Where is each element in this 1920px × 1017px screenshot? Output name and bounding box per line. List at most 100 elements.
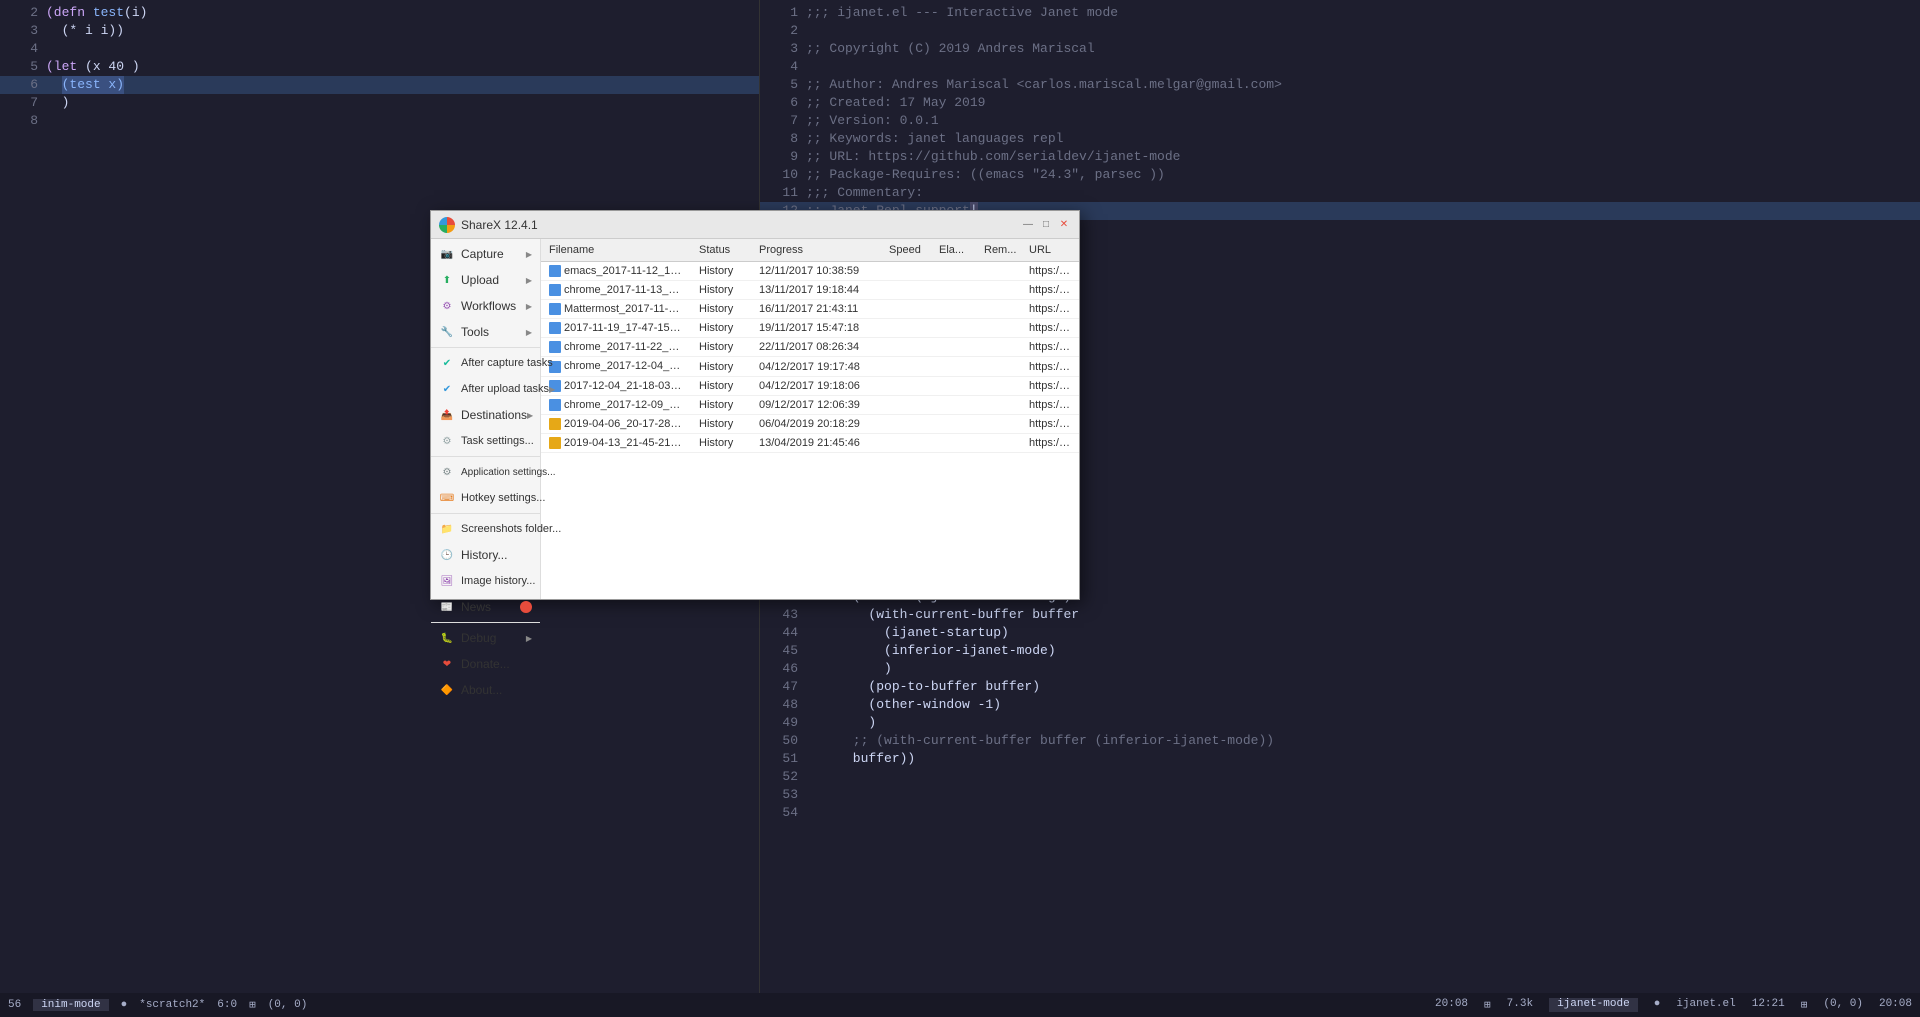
menu-item-upload[interactable]: ⬆ Upload ▶: [431, 267, 540, 293]
app-settings-icon: ⚙: [439, 464, 455, 480]
menu-item-label: After capture tasks: [461, 357, 553, 369]
cell-filename: chrome_2017-12-09_14-...: [541, 398, 691, 412]
cell-elapsed: [931, 327, 976, 329]
table-row[interactable]: chrome_2017-12-04_21-... History 04/12/2…: [541, 357, 1079, 376]
file-size: 7.3k: [1507, 998, 1533, 1012]
menu-item-history[interactable]: 🕒 History...: [431, 542, 540, 568]
line-number: 56: [8, 999, 21, 1011]
menu-item-destinations[interactable]: 📤 Destinations ▶: [431, 402, 540, 428]
menu-item-label: About...: [461, 683, 532, 697]
cell-progress: 12/11/2017 10:38:59: [751, 264, 881, 278]
table-row[interactable]: 2017-12-04_21-18-03.png History 04/12/20…: [541, 377, 1079, 396]
hotkey-icon: ⌨: [439, 490, 455, 506]
cell-speed: [881, 423, 931, 425]
cell-filename: 2017-11-19_17-47-15.png: [541, 321, 691, 335]
cell-elapsed: [931, 289, 976, 291]
menu-item-image-history[interactable]: 🖼 Image history...: [431, 568, 540, 594]
cell-speed: [881, 270, 931, 272]
menu-panel: 📷 Capture ▶ ⬆ Upload ▶ ⚙ Workflows ▶ 🔧 T…: [431, 239, 541, 599]
code-line: 4: [760, 58, 1920, 76]
cell-status: History: [691, 379, 751, 393]
menu-item-hotkey-settings[interactable]: ⌨ Hotkey settings...: [431, 485, 540, 511]
table-row[interactable]: emacs_2017-11-12_12-... History 12/11/20…: [541, 262, 1079, 281]
table-row[interactable]: chrome_2017-11-22_10-... History 22/11/2…: [541, 338, 1079, 357]
table-row[interactable]: 2019-04-13_21-45-21.gif History 13/04/20…: [541, 434, 1079, 453]
cell-status: History: [691, 283, 751, 297]
donate-icon: ❤: [439, 656, 455, 672]
window-controls[interactable]: — □ ✕: [1021, 218, 1071, 232]
menu-separator: [431, 513, 540, 514]
menu-item-task-settings[interactable]: ⚙ Task settings...: [431, 428, 540, 454]
menu-item-workflows[interactable]: ⚙ Workflows ▶: [431, 293, 540, 319]
debug-icon: 🐛: [439, 630, 455, 646]
cell-elapsed: [931, 270, 976, 272]
cell-remaining: [976, 346, 1021, 348]
menu-item-label: Upload: [461, 273, 526, 287]
code-line: 1 ;;; ijanet.el --- Interactive Janet mo…: [760, 4, 1920, 22]
menu-item-news[interactable]: 📰 News: [431, 594, 540, 620]
table-row[interactable]: chrome_2017-12-09_14-... History 09/12/2…: [541, 396, 1079, 415]
table-row[interactable]: 2017-11-19_17-47-15.png History 19/11/20…: [541, 319, 1079, 338]
menu-item-screenshots-folder[interactable]: 📁 Screenshots folder...: [431, 516, 540, 542]
after-capture-icon: ✔: [439, 355, 455, 371]
window-title: ShareX 12.4.1: [461, 218, 1021, 232]
workflow-icon: ⚙: [439, 298, 455, 314]
mode-indicator: inim-mode: [33, 999, 108, 1011]
menu-item-debug[interactable]: 🐛 Debug ▶: [431, 625, 540, 651]
cell-status: History: [691, 264, 751, 278]
code-line: 7 ;; Version: 0.0.1: [760, 112, 1920, 130]
after-upload-icon: ✔: [439, 381, 455, 397]
cell-status: History: [691, 360, 751, 374]
cell-elapsed: [931, 404, 976, 406]
cell-remaining: [976, 404, 1021, 406]
close-button[interactable]: ✕: [1057, 218, 1071, 232]
menu-item-app-settings[interactable]: ⚙ Application settings...: [431, 459, 540, 485]
file-icon: [549, 265, 561, 277]
destinations-icon: 📤: [439, 407, 455, 423]
menu-item-label: Task settings...: [461, 435, 534, 447]
menu-item-tools[interactable]: 🔧 Tools ▶: [431, 319, 540, 345]
menu-item-donate[interactable]: ❤ Donate...: [431, 651, 540, 677]
menu-item-after-capture[interactable]: ✔ After capture tasks: [431, 350, 540, 376]
cell-speed: [881, 346, 931, 348]
submenu-arrow-icon: ▶: [549, 385, 555, 394]
submenu-arrow-icon: ▶: [526, 302, 532, 311]
file-icon: [549, 437, 561, 449]
menu-separator: [431, 347, 540, 348]
cell-remaining: [976, 442, 1021, 444]
table-row[interactable]: 2019-04-06_20-17-28.gif History 06/04/20…: [541, 415, 1079, 434]
menu-item-after-upload[interactable]: ✔ After upload tasks ▶: [431, 376, 540, 402]
table-row[interactable]: chrome_2017-11-13_21-... History 13/11/2…: [541, 281, 1079, 300]
code-line: 7 ): [0, 94, 759, 112]
cell-url: https://i.imgur.com/hUegyxV.png: [1021, 302, 1079, 316]
status-bar-right: 20:08 ⊞ 7.3k ijanet-mode ● ijanet.el 12:…: [1435, 998, 1912, 1012]
task-settings-icon: ⚙: [439, 433, 455, 449]
cell-filename: 2017-12-04_21-18-03.png: [541, 379, 691, 393]
table-row[interactable]: Mattermost_2017-11-16-... History 16/11/…: [541, 300, 1079, 319]
menu-item-capture[interactable]: 📷 Capture ▶: [431, 241, 540, 267]
cell-elapsed: [931, 385, 976, 387]
cell-speed: [881, 289, 931, 291]
code-line: 52: [760, 768, 1920, 786]
menu-item-label: Tools: [461, 325, 526, 339]
minimize-button[interactable]: —: [1021, 218, 1035, 232]
cell-remaining: [976, 308, 1021, 310]
cell-speed: [881, 404, 931, 406]
window-position: (0, 0): [268, 999, 308, 1011]
cell-speed: [881, 327, 931, 329]
upload-icon: ⬆: [439, 272, 455, 288]
encoding-icon-3: ⊞: [1801, 998, 1808, 1012]
cell-elapsed: [931, 423, 976, 425]
col-header-speed: Speed: [881, 242, 931, 258]
code-line: 3 ;; Copyright (C) 2019 Andres Mariscal: [760, 40, 1920, 58]
time-left: 20:08: [1435, 998, 1468, 1012]
menu-item-label: History...: [461, 548, 532, 562]
maximize-button[interactable]: □: [1039, 218, 1053, 232]
submenu-arrow-icon: ▶: [526, 276, 532, 285]
menu-item-about[interactable]: 🔶 About...: [431, 677, 540, 703]
cell-progress: 13/11/2017 19:18:44: [751, 283, 881, 297]
code-line: 6 ;; Created: 17 May 2019: [760, 94, 1920, 112]
code-line: 5 (let (x 40 ): [0, 58, 759, 76]
cell-progress: 16/11/2017 21:43:11: [751, 302, 881, 316]
code-line: 43 (with-current-buffer buffer: [760, 606, 1920, 624]
